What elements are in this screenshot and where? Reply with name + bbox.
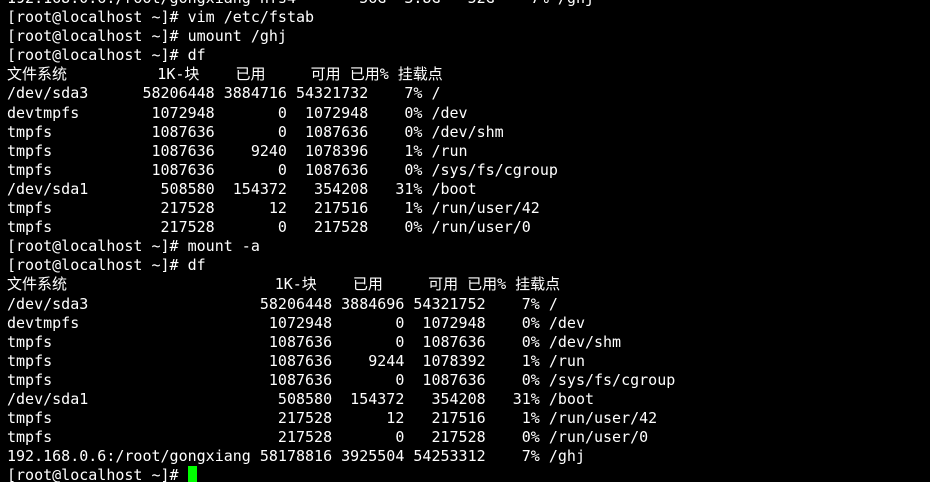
terminal-line: /dev/sda1 508580 154372 354208 31% /boot bbox=[7, 389, 594, 408]
terminal-line: /dev/sda3 58206448 3884716 54321732 7% / bbox=[7, 84, 441, 103]
terminal-line: [root@localhost ~]# df bbox=[7, 46, 206, 65]
terminal-line: tmpfs 217528 0 217528 0% /run/user/0 bbox=[7, 218, 531, 237]
terminal-line: 文件系统 1K-块 已用 可用 已用% 挂载点 bbox=[7, 65, 443, 84]
terminal-line: tmpfs 1087636 0 1087636 0% /sys/fs/cgrou… bbox=[7, 370, 676, 389]
terminal-line: [root@localhost ~]# umount /ghj bbox=[7, 27, 287, 46]
terminal-line: /dev/sda3 58206448 3884696 54321752 7% / bbox=[7, 294, 558, 313]
terminal-line: [root@localhost ~]# vim /etc/fstab bbox=[7, 8, 315, 27]
terminal-line: tmpfs 1087636 0 1087636 0% /dev/shm bbox=[7, 122, 504, 141]
terminal-line: tmpfs 1087636 0 1087636 0% /dev/shm bbox=[7, 332, 622, 351]
terminal-line: [root@localhost ~]# mount -a bbox=[7, 237, 260, 256]
terminal-line: tmpfs 1087636 0 1087636 0% /sys/fs/cgrou… bbox=[7, 160, 558, 179]
terminal-line: tmpfs 1087636 9240 1078396 1% /run bbox=[7, 141, 468, 160]
terminal-line: /dev/sda1 508580 154372 354208 31% /boot bbox=[7, 179, 477, 198]
terminal-prompt: [root@localhost ~]# bbox=[7, 466, 188, 482]
terminal-line: 文件系统 1K-块 已用 可用 已用% 挂载点 bbox=[7, 275, 561, 294]
terminal-line: 192.168.0.6:/root/gongxiang 58178816 392… bbox=[7, 447, 585, 466]
terminal-line: 192.168.0.6:/root/gongxiang nfs4 56G 3.8… bbox=[7, 0, 930, 8]
terminal-line: tmpfs 217528 0 217528 0% /run/user/0 bbox=[7, 428, 649, 447]
terminal-cursor[interactable] bbox=[187, 466, 197, 482]
terminal-line: tmpfs 217528 12 217516 1% /run/user/42 bbox=[7, 409, 658, 428]
terminal-line: [root@localhost ~]# df bbox=[7, 256, 206, 275]
terminal-line: devtmpfs 1072948 0 1072948 0% /dev bbox=[7, 313, 585, 332]
terminal-line: devtmpfs 1072948 0 1072948 0% /dev bbox=[7, 103, 468, 122]
terminal-window[interactable]: 192.168.0.6:/root/gongxiang nfs4 56G 3.8… bbox=[0, 0, 930, 482]
terminal-line: tmpfs 217528 12 217516 1% /run/user/42 bbox=[7, 199, 540, 218]
terminal-output: 192.168.0.6:/root/gongxiang nfs4 56G 3.8… bbox=[7, 0, 930, 482]
terminal-line: tmpfs 1087636 9244 1078392 1% /run bbox=[7, 351, 585, 370]
terminal-prompt-line[interactable]: [root@localhost ~]# bbox=[7, 466, 930, 482]
